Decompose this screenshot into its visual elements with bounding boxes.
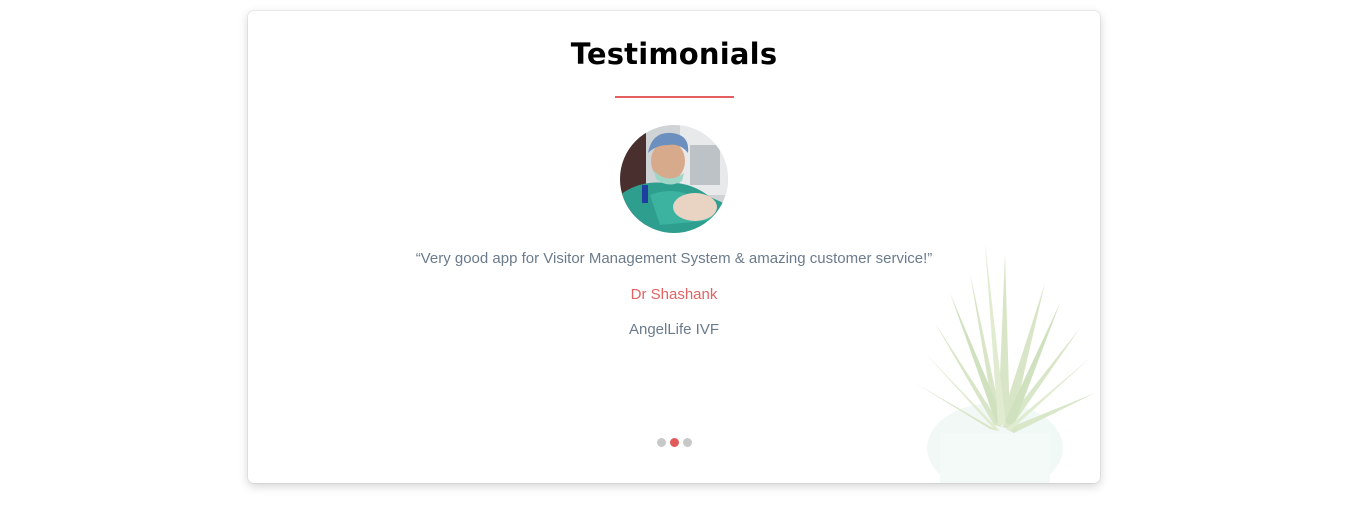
carousel-dot-1[interactable] — [656, 438, 666, 447]
carousel-dot-3[interactable] — [682, 438, 692, 447]
carousel-pagination — [248, 438, 1100, 447]
avatar — [620, 125, 728, 233]
testimonial-author-company: AngelLife IVF — [628, 321, 720, 338]
testimonials-card: Testimonials “Very good app for Visitor … — [248, 11, 1100, 483]
page: Testimonials “Very good app for Visitor … — [0, 0, 1360, 522]
doctor-photo-icon — [620, 125, 728, 233]
testimonial-quote: “Very good app for Visitor Management Sy… — [415, 250, 933, 267]
carousel-dot-2[interactable] — [669, 438, 679, 447]
testimonial-author-name: Dr Shashank — [630, 286, 718, 303]
title-underline — [615, 96, 734, 98]
section-title: Testimonials — [570, 37, 778, 71]
